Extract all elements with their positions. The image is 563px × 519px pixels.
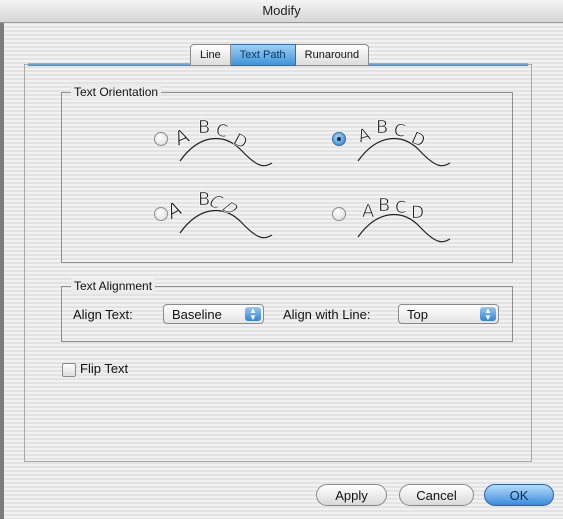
orientation-option-3[interactable]: A B C D <box>154 183 274 247</box>
align-text-value: Baseline <box>172 307 222 322</box>
svg-text:D: D <box>230 130 251 154</box>
tab-text-path[interactable]: Text Path <box>230 44 296 66</box>
svg-text:B: B <box>198 117 210 138</box>
orientation-option-1[interactable]: A B C D <box>154 111 274 173</box>
align-with-line-value: Top <box>407 307 428 322</box>
popup-arrows-icon: ▲ ▼ <box>480 307 496 322</box>
orientation-radio-4[interactable] <box>332 207 346 221</box>
orientation-sample-2-icon: A B C D <box>355 117 451 167</box>
orientation-radio-2[interactable] <box>332 132 346 146</box>
text-orientation-title: Text Orientation <box>71 84 162 100</box>
svg-text:A: A <box>171 123 193 150</box>
tab-runaround[interactable]: Runaround <box>295 44 370 66</box>
svg-text:D: D <box>408 128 428 152</box>
svg-text:B: B <box>376 117 388 138</box>
svg-text:C: C <box>395 198 407 218</box>
text-alignment-title: Text Alignment <box>71 278 156 294</box>
svg-text:A: A <box>170 195 185 225</box>
orientation-option-2[interactable]: A B C D <box>332 111 452 173</box>
align-with-line-popup[interactable]: Top ▲ ▼ <box>398 304 499 324</box>
popup-arrows-icon: ▲ ▼ <box>245 307 261 322</box>
window-title: Modify <box>0 0 563 23</box>
svg-text:C: C <box>214 120 230 142</box>
svg-text:C: C <box>392 120 407 142</box>
cancel-button[interactable]: Cancel <box>399 484 474 506</box>
text-orientation-group: Text Orientation A B C D A B C D A B C D… <box>61 84 513 263</box>
flip-text-checkbox[interactable] <box>62 363 76 377</box>
svg-text:A: A <box>355 124 374 148</box>
align-with-line-label: Align with Line: <box>283 307 371 322</box>
flip-text-label: Flip Text <box>80 361 129 376</box>
align-text-popup[interactable]: Baseline ▲ ▼ <box>163 304 264 324</box>
tab-content-panel: Text Orientation A B C D A B C D A B C D… <box>24 64 532 462</box>
svg-text:B: B <box>378 195 390 216</box>
orientation-option-4[interactable]: A B C D <box>332 183 452 247</box>
orientation-sample-1-icon: A B C D <box>171 117 273 167</box>
orientation-radio-1[interactable] <box>154 132 168 146</box>
ok-button[interactable]: OK <box>484 484 554 506</box>
svg-text:D: D <box>411 203 424 223</box>
tab-line[interactable]: Line <box>190 44 231 66</box>
orientation-sample-4-icon: A B C D <box>357 195 451 243</box>
text-alignment-group: Text Alignment Align Text: Baseline ▲ ▼ A… <box>61 278 513 342</box>
orientation-radio-3[interactable] <box>154 207 168 221</box>
window-left-edge <box>0 23 4 519</box>
align-text-label: Align Text: <box>73 307 133 322</box>
apply-button[interactable]: Apply <box>316 484 387 506</box>
tab-bar: Line Text Path Runaround <box>190 44 370 66</box>
svg-text:A: A <box>362 201 375 222</box>
orientation-sample-3-icon: A B C D <box>170 189 273 239</box>
